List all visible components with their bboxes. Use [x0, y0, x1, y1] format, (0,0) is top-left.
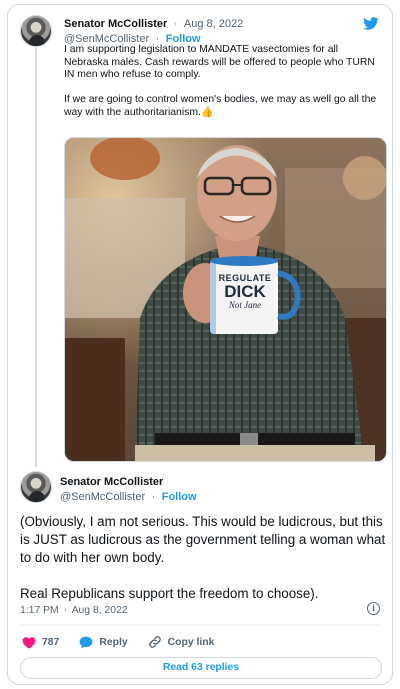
avatar[interactable]	[20, 15, 52, 47]
mug-print: REGULATE DICK Not Jane	[212, 273, 278, 310]
read-replies-button[interactable]: Read 63 replies	[20, 657, 382, 679]
twitter-bird-icon[interactable]	[363, 17, 379, 30]
author-handle[interactable]: @SenMcCollister	[60, 491, 145, 503]
mug-text-line2: DICK	[224, 282, 266, 301]
separator-dot: ·	[63, 604, 68, 616]
tweet1-text: I am supporting legislation to MANDATE v…	[64, 44, 377, 118]
tweet2-text: (Obviously, I am not serious. This would…	[20, 514, 386, 601]
divider	[20, 624, 380, 625]
tweet-date[interactable]: Aug 8, 2022	[72, 605, 128, 616]
link-icon	[148, 636, 161, 648]
like-count: 787	[42, 636, 60, 648]
tweet-photo[interactable]: REGULATE DICK Not Jane	[64, 137, 387, 462]
heart-icon	[22, 636, 36, 649]
reply-bubble-icon	[79, 636, 93, 648]
tweet-embed-card: Senator McCollister · Aug 8, 2022 @SenMc…	[7, 4, 393, 685]
like-button[interactable]: 787	[22, 636, 59, 649]
action-bar: 787 Reply Copy link	[22, 634, 234, 650]
copy-link-label: Copy link	[167, 636, 215, 648]
avatar[interactable]	[20, 471, 52, 503]
reply-label: Reply	[99, 636, 128, 648]
copy-link-button[interactable]: Copy link	[148, 635, 215, 649]
tweet2-handle-row: @SenMcCollister · Follow	[60, 487, 197, 505]
reply-button[interactable]: Reply	[79, 636, 128, 649]
follow-button[interactable]: Follow	[162, 491, 197, 503]
tweet-time[interactable]: 1:17 PM	[20, 605, 59, 616]
mug-text-line3: Not Jane	[228, 300, 262, 310]
info-icon[interactable]: i	[367, 602, 380, 615]
thread-connector-line	[35, 47, 37, 467]
tweet-timestamp[interactable]: 1:17 PM · Aug 8, 2022	[20, 604, 128, 616]
separator-dot: ·	[151, 491, 156, 503]
